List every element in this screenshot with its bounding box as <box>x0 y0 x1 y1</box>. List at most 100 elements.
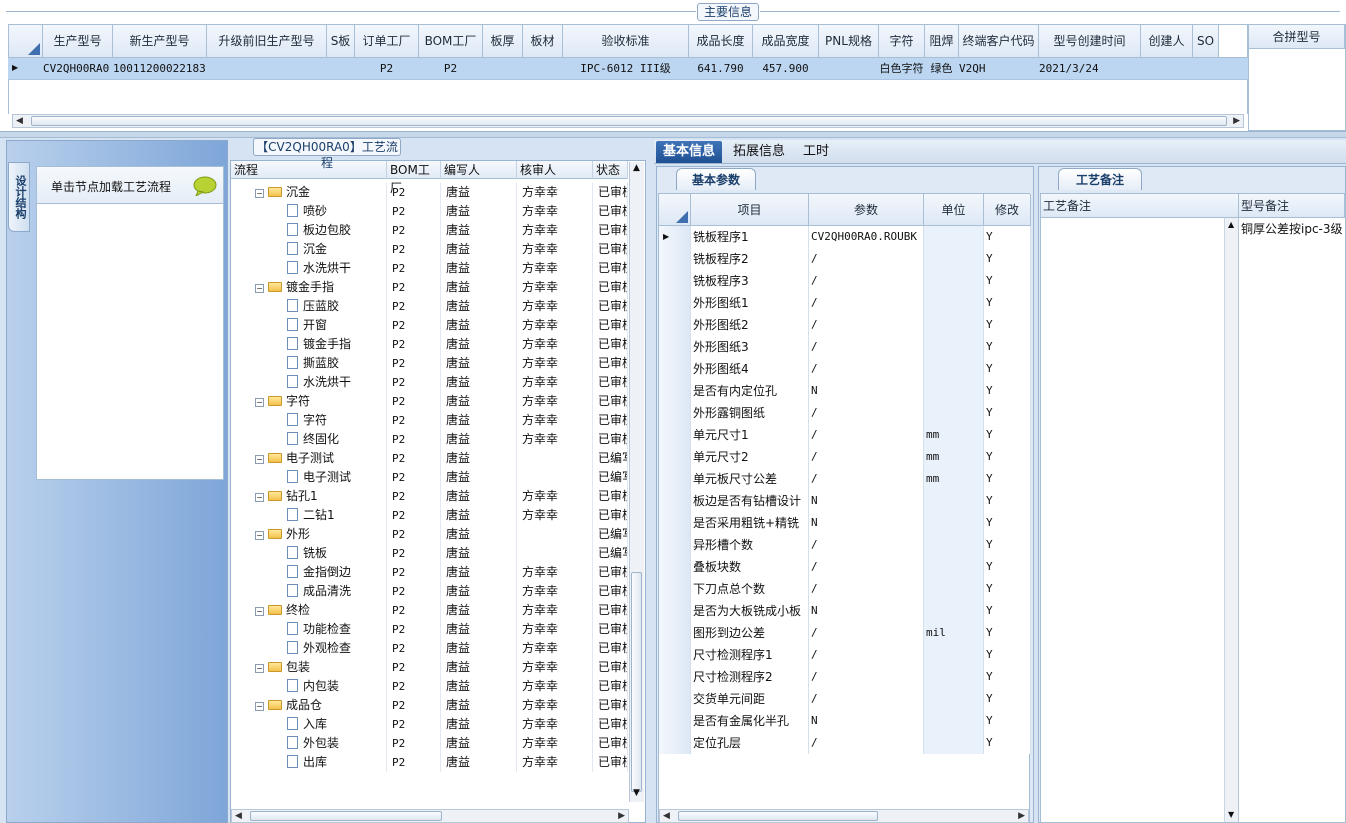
process-note-field[interactable] <box>1041 218 1225 822</box>
process-row[interactable]: 外观检查 P2唐益方幸幸已审核 <box>231 639 628 658</box>
main-col-header[interactable]: 创建人 <box>1141 25 1193 58</box>
row-selector[interactable] <box>659 402 691 424</box>
scroll-left-icon[interactable]: ◀ <box>16 116 23 126</box>
param-row[interactable]: 外形露铜图纸 / Y <box>659 402 1031 424</box>
collapse-icon[interactable]: − <box>255 455 264 464</box>
param-modify[interactable]: Y <box>984 468 1031 490</box>
param-unit[interactable] <box>924 534 984 556</box>
row-selector[interactable] <box>659 644 691 666</box>
param-modify[interactable]: Y <box>984 490 1031 512</box>
process-row[interactable]: 开窗 P2唐益方幸幸已审核 <box>231 316 628 335</box>
param-value[interactable]: N <box>809 710 924 732</box>
param-unit[interactable] <box>924 556 984 578</box>
param-modify[interactable]: Y <box>984 578 1031 600</box>
process-row[interactable]: 电子测试 P2唐益 已编写 <box>231 468 628 487</box>
param-unit[interactable] <box>924 644 984 666</box>
row-selector[interactable] <box>659 578 691 600</box>
param-modify[interactable]: Y <box>984 688 1031 710</box>
param-modify[interactable]: Y <box>984 710 1031 732</box>
row-selector[interactable] <box>659 270 691 292</box>
tab-work-hours[interactable]: 工时 <box>796 141 836 163</box>
process-row[interactable]: 板边包胶 P2唐益方幸幸已审核 <box>231 221 628 240</box>
param-value[interactable]: / <box>809 292 924 314</box>
collapse-icon[interactable]: − <box>255 702 264 711</box>
process-row[interactable]: − 包装 P2唐益方幸幸已审核 <box>231 658 628 677</box>
main-col-header[interactable]: S板 <box>327 25 355 58</box>
param-unit[interactable] <box>924 314 984 336</box>
row-selector[interactable] <box>659 732 691 754</box>
row-selector[interactable] <box>659 336 691 358</box>
param-modify[interactable]: Y <box>984 270 1031 292</box>
param-modify[interactable]: Y <box>984 380 1031 402</box>
main-col-header[interactable]: 板厚 <box>483 25 523 58</box>
collapse-icon[interactable]: − <box>255 493 264 502</box>
param-value[interactable]: / <box>809 556 924 578</box>
param-value[interactable]: / <box>809 688 924 710</box>
param-row[interactable]: 是否采用粗铣+精铣 N Y <box>659 512 1031 534</box>
process-row[interactable]: − 外形 P2唐益 已编写 <box>231 525 628 544</box>
process-row[interactable]: − 字符 P2唐益方幸幸已审核 <box>231 392 628 411</box>
param-value[interactable]: / <box>809 248 924 270</box>
param-value[interactable]: / <box>809 622 924 644</box>
param-value[interactable]: / <box>809 578 924 600</box>
row-selector[interactable] <box>659 314 691 336</box>
param-modify[interactable]: Y <box>984 556 1031 578</box>
param-unit[interactable] <box>924 292 984 314</box>
row-header-corner[interactable] <box>9 25 43 58</box>
row-selector[interactable] <box>659 248 691 270</box>
main-col-header[interactable]: 升级前旧生产型号 <box>207 25 327 58</box>
param-value[interactable]: / <box>809 446 924 468</box>
scroll-up-icon[interactable]: ▲ <box>633 163 640 173</box>
param-row[interactable]: 单元板尺寸公差 / mm Y <box>659 468 1031 490</box>
col-value[interactable]: 参数 <box>809 194 924 226</box>
row-selector[interactable] <box>659 446 691 468</box>
param-row[interactable]: 铣板程序2/ Y <box>659 248 1031 270</box>
tab-basic-info[interactable]: 基本信息 <box>656 141 723 163</box>
horizontal-splitter[interactable] <box>0 132 1346 138</box>
scroll-right-icon[interactable]: ▶ <box>618 811 625 821</box>
param-unit[interactable]: mm <box>924 446 984 468</box>
row-selector[interactable] <box>659 666 691 688</box>
param-row[interactable]: 单元尺寸2/mm Y <box>659 446 1031 468</box>
row-selector[interactable]: ▶ <box>659 226 691 248</box>
process-row[interactable]: 喷砂 P2唐益方幸幸已审核 <box>231 202 628 221</box>
collapse-icon[interactable]: − <box>255 398 264 407</box>
row-selector[interactable] <box>659 556 691 578</box>
tab-basic-params[interactable]: 基本参数 <box>676 168 756 190</box>
main-col-header[interactable]: 生产型号 <box>43 25 113 58</box>
structure-tree-box[interactable] <box>36 166 224 480</box>
param-value[interactable]: / <box>809 666 924 688</box>
process-row[interactable]: − 成品仓 P2唐益方幸幸已审核 <box>231 696 628 715</box>
param-unit[interactable] <box>924 270 984 292</box>
param-row[interactable]: 板边是否有钻槽设计 N Y <box>659 490 1031 512</box>
param-unit[interactable] <box>924 380 984 402</box>
scroll-thumb[interactable] <box>250 811 442 821</box>
scroll-left-icon[interactable]: ◀ <box>663 811 670 821</box>
param-modify[interactable]: Y <box>984 732 1031 754</box>
col-model-note[interactable]: 型号备注 <box>1239 194 1345 218</box>
param-unit[interactable] <box>924 710 984 732</box>
main-col-header[interactable]: 型号创建时间 <box>1039 25 1141 58</box>
param-modify[interactable]: Y <box>984 644 1031 666</box>
param-row[interactable]: 是否为大板铣成小板 N Y <box>659 600 1031 622</box>
param-value[interactable]: / <box>809 424 924 446</box>
param-row[interactable]: 外形图纸4/ Y <box>659 358 1031 380</box>
param-value[interactable]: / <box>809 732 924 754</box>
param-unit[interactable] <box>924 666 984 688</box>
main-col-header[interactable]: 新生产型号 <box>113 25 207 58</box>
scroll-thumb[interactable] <box>631 572 642 792</box>
main-col-header[interactable]: 成品宽度 <box>753 25 819 58</box>
param-unit[interactable] <box>924 578 984 600</box>
param-modify[interactable]: Y <box>984 226 1031 248</box>
param-value[interactable]: / <box>809 468 924 490</box>
main-col-header[interactable]: 终端客户代码 <box>959 25 1039 58</box>
param-row[interactable]: 图形到边公差 / mil Y <box>659 622 1031 644</box>
col-modify[interactable]: 修改 <box>984 194 1031 226</box>
param-unit[interactable] <box>924 336 984 358</box>
param-modify[interactable]: Y <box>984 314 1031 336</box>
process-tree[interactable]: −沉金P2唐益方幸幸已审核喷砂P2唐益方幸幸已审核板边包胶P2唐益方幸幸已审核沉… <box>231 183 628 803</box>
param-row[interactable]: 外形图纸3/ Y <box>659 336 1031 358</box>
tab-extended-info[interactable]: 拓展信息 <box>726 141 792 163</box>
param-value[interactable]: N <box>809 490 924 512</box>
param-value[interactable]: CV2QH00RA0.ROUBK <box>809 226 924 248</box>
